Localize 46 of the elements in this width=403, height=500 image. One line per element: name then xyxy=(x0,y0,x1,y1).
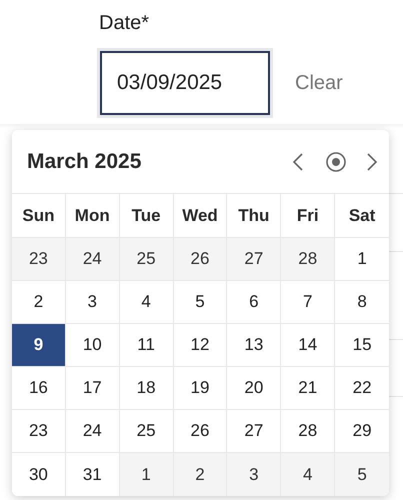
day-cell[interactable]: 25 xyxy=(120,238,174,281)
day-cell[interactable]: 16 xyxy=(12,367,66,410)
day-cell[interactable]: 28 xyxy=(281,410,336,453)
day-cell[interactable]: 20 xyxy=(227,367,282,410)
clear-button[interactable]: Clear xyxy=(295,68,343,98)
day-cell[interactable]: 2 xyxy=(174,453,228,496)
day-cell[interactable]: 7 xyxy=(281,281,336,324)
day-cell[interactable]: 31 xyxy=(66,453,120,496)
day-cell[interactable]: 4 xyxy=(281,453,336,496)
date-input-field[interactable]: 03/09/2025 xyxy=(100,51,270,115)
day-cell[interactable]: 26 xyxy=(174,410,228,453)
day-cell[interactable]: 13 xyxy=(227,324,282,367)
day-cell[interactable]: 29 xyxy=(335,410,389,453)
day-cell[interactable]: 30 xyxy=(12,453,66,496)
day-cell[interactable]: 23 xyxy=(12,410,66,453)
day-cell[interactable]: 26 xyxy=(174,238,228,281)
day-cell[interactable]: 11 xyxy=(120,324,174,367)
day-cell[interactable]: 21 xyxy=(281,367,336,410)
day-cell[interactable]: 1 xyxy=(120,453,174,496)
day-cell[interactable]: 5 xyxy=(174,281,228,324)
day-cell[interactable]: 10 xyxy=(66,324,120,367)
day-cell[interactable]: 25 xyxy=(120,410,174,453)
day-cell[interactable]: 28 xyxy=(281,238,336,281)
day-cell[interactable]: 3 xyxy=(227,453,282,496)
day-cell[interactable]: 27 xyxy=(227,238,282,281)
day-cell[interactable]: 27 xyxy=(227,410,282,453)
day-cell[interactable]: 8 xyxy=(335,281,389,324)
day-cell[interactable]: 24 xyxy=(66,238,120,281)
day-cell[interactable]: 17 xyxy=(66,367,120,410)
day-cell[interactable]: 23 xyxy=(12,238,66,281)
day-cell[interactable]: 3 xyxy=(66,281,120,324)
day-cell[interactable]: 1 xyxy=(335,238,389,281)
day-cell[interactable]: 15 xyxy=(335,324,389,367)
day-cell[interactable]: 14 xyxy=(281,324,336,367)
day-cell[interactable]: 18 xyxy=(120,367,174,410)
day-cell[interactable]: 6 xyxy=(227,281,282,324)
month-title: March 2025 xyxy=(27,148,142,175)
day-cell[interactable]: 12 xyxy=(174,324,228,367)
day-cell[interactable]: 9 xyxy=(12,324,66,367)
day-cell[interactable]: 24 xyxy=(66,410,120,453)
day-cell[interactable]: 2 xyxy=(12,281,66,324)
field-label: Date* xyxy=(99,11,150,36)
day-cell[interactable]: 22 xyxy=(335,367,389,410)
day-cell[interactable]: 19 xyxy=(174,367,228,410)
day-cell[interactable]: 4 xyxy=(120,281,174,324)
day-cell[interactable]: 5 xyxy=(335,453,389,496)
